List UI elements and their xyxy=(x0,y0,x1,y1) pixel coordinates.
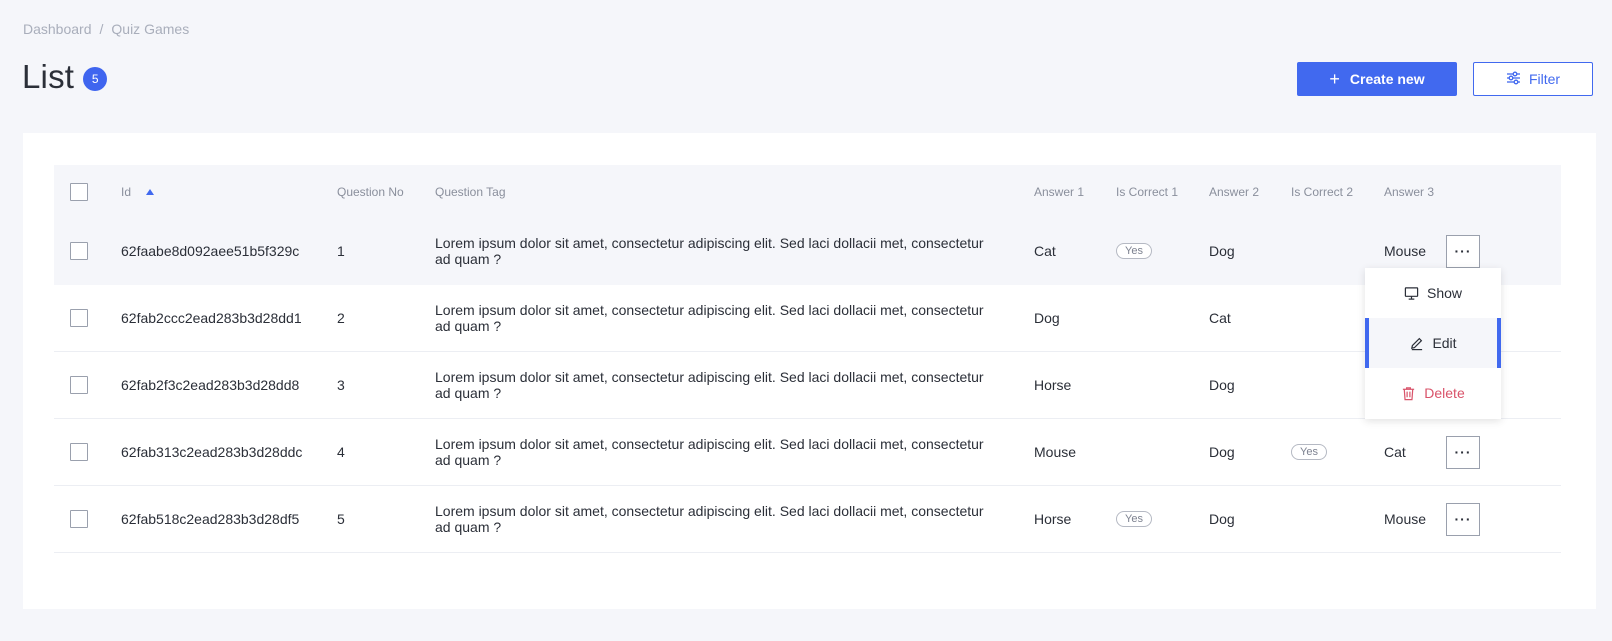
cell-answer-3: Cat xyxy=(1384,444,1406,460)
cell-id: 62fab518c2ead283b3d28df5 xyxy=(121,511,300,527)
cell-answer-1: Horse xyxy=(1034,511,1072,527)
cell-answer-1: Horse xyxy=(1034,377,1072,393)
cell-question-no: 2 xyxy=(337,310,345,326)
cell-question-tag: Lorem ipsum dolor sit amet, consectetur … xyxy=(435,235,984,267)
trash-icon xyxy=(1403,386,1415,400)
table-row[interactable]: 62fab518c2ead283b3d28df5 5 Lorem ipsum dol… xyxy=(54,486,1561,553)
correct-badge: Yes xyxy=(1116,243,1152,259)
cell-answer-2: Dog xyxy=(1209,243,1235,259)
row-checkbox[interactable] xyxy=(70,242,88,260)
table-body: 62faabe8d092aee51b5f329c 1 Lorem ipsum dol… xyxy=(54,218,1561,553)
cell-answer-1: Mouse xyxy=(1034,444,1077,460)
header-is-correct-1[interactable]: Is Correct 1 xyxy=(1116,165,1178,218)
cell-id: 62fab2ccc2ead283b3d28dd1 xyxy=(121,310,302,326)
cell-id: 62fab313c2ead283b3d28ddc xyxy=(121,444,303,460)
table-row[interactable]: 62faabe8d092aee51b5f329c 1 Lorem ipsum dol… xyxy=(54,218,1561,285)
cell-id: 62faabe8d092aee51b5f329c xyxy=(121,243,300,259)
quiz-table: Id Question No Question Tag Answer 1 Is … xyxy=(54,165,1561,553)
row-actions-menu: Show Edit Delete xyxy=(1365,268,1501,419)
cell-answer-2: Cat xyxy=(1209,310,1231,326)
pencil-icon xyxy=(1411,337,1423,350)
cell-question-no: 1 xyxy=(337,243,345,259)
select-all-checkbox[interactable] xyxy=(70,182,88,201)
breadcrumb-separator: / xyxy=(99,21,104,37)
cell-is-correct-2: Yes xyxy=(1291,419,1327,485)
sort-ascending-icon xyxy=(146,188,155,195)
create-new-button[interactable]: + Create new xyxy=(1297,62,1457,96)
header-answer-2[interactable]: Answer 2 xyxy=(1209,165,1259,218)
row-more-actions-button[interactable]: ··· xyxy=(1446,234,1480,268)
correct-badge: Yes xyxy=(1116,511,1152,527)
row-checkbox[interactable] xyxy=(70,309,88,327)
cell-is-correct-1: Yes xyxy=(1116,486,1152,552)
cell-answer-2: Dog xyxy=(1209,511,1235,527)
cell-id: 62fab2f3c2ead283b3d28dd8 xyxy=(121,377,300,393)
monitor-icon xyxy=(1404,286,1419,300)
menu-item-delete[interactable]: Delete xyxy=(1365,368,1501,418)
table-row[interactable]: 62fab313c2ead283b3d28ddc 4 Lorem ipsum dol… xyxy=(54,419,1561,486)
row-checkbox[interactable] xyxy=(70,510,88,528)
cell-question-no: 4 xyxy=(337,444,345,460)
breadcrumb: Dashboard / Quiz Games xyxy=(23,21,189,37)
header-id[interactable]: Id xyxy=(121,165,155,218)
breadcrumb-dashboard[interactable]: Dashboard xyxy=(23,21,92,37)
cell-question-tag: Lorem ipsum dolor sit amet, consectetur … xyxy=(435,302,984,334)
cell-answer-3: Mouse xyxy=(1384,511,1427,527)
table-row[interactable]: 62fab2ccc2ead283b3d28dd1 2 Lorem ipsum dol… xyxy=(54,285,1561,352)
header-is-correct-2[interactable]: Is Correct 2 xyxy=(1291,165,1353,218)
cell-question-tag: Lorem ipsum dolor sit amet, consectetur … xyxy=(435,369,984,401)
header-answer-3[interactable]: Answer 3 xyxy=(1384,165,1434,218)
cell-answer-2: Dog xyxy=(1209,444,1235,460)
row-more-actions-button[interactable]: ··· xyxy=(1446,435,1480,469)
menu-item-edit[interactable]: Edit xyxy=(1365,318,1501,368)
cell-question-no: 5 xyxy=(337,511,345,527)
cell-answer-1: Dog xyxy=(1034,310,1060,326)
cell-answer-1: Cat xyxy=(1034,243,1056,259)
table-header: Id Question No Question Tag Answer 1 Is … xyxy=(54,165,1561,218)
header-question-tag[interactable]: Question Tag xyxy=(435,165,506,218)
breadcrumb-quiz-games[interactable]: Quiz Games xyxy=(111,21,189,37)
plus-icon: + xyxy=(1329,69,1340,89)
row-checkbox[interactable] xyxy=(70,376,88,394)
header-answer-1[interactable]: Answer 1 xyxy=(1034,165,1084,218)
count-badge: 5 xyxy=(83,66,108,91)
header-question-no[interactable]: Question No xyxy=(337,165,404,218)
cell-question-tag: Lorem ipsum dolor sit amet, consectetur … xyxy=(435,503,984,535)
page-title-text: List xyxy=(22,58,75,95)
table-row[interactable]: 62fab2f3c2ead283b3d28dd8 3 Lorem ipsum dol… xyxy=(54,352,1561,419)
row-checkbox[interactable] xyxy=(70,443,88,461)
create-new-label: Create new xyxy=(1349,71,1425,87)
row-more-actions-button[interactable]: ··· xyxy=(1446,502,1480,536)
list-card: Id Question No Question Tag Answer 1 Is … xyxy=(23,133,1596,609)
cell-question-no: 3 xyxy=(337,377,345,393)
cell-question-tag: Lorem ipsum dolor sit amet, consectetur … xyxy=(435,436,984,468)
cell-is-correct-1: Yes xyxy=(1116,218,1152,284)
filter-label: Filter xyxy=(1528,71,1561,87)
correct-badge: Yes xyxy=(1291,444,1327,460)
menu-item-show[interactable]: Show xyxy=(1365,268,1501,318)
cell-answer-2: Dog xyxy=(1209,377,1235,393)
page-title: List 5 xyxy=(22,58,108,96)
filter-button[interactable]: Filter xyxy=(1473,62,1593,96)
sliders-icon xyxy=(1506,71,1521,88)
